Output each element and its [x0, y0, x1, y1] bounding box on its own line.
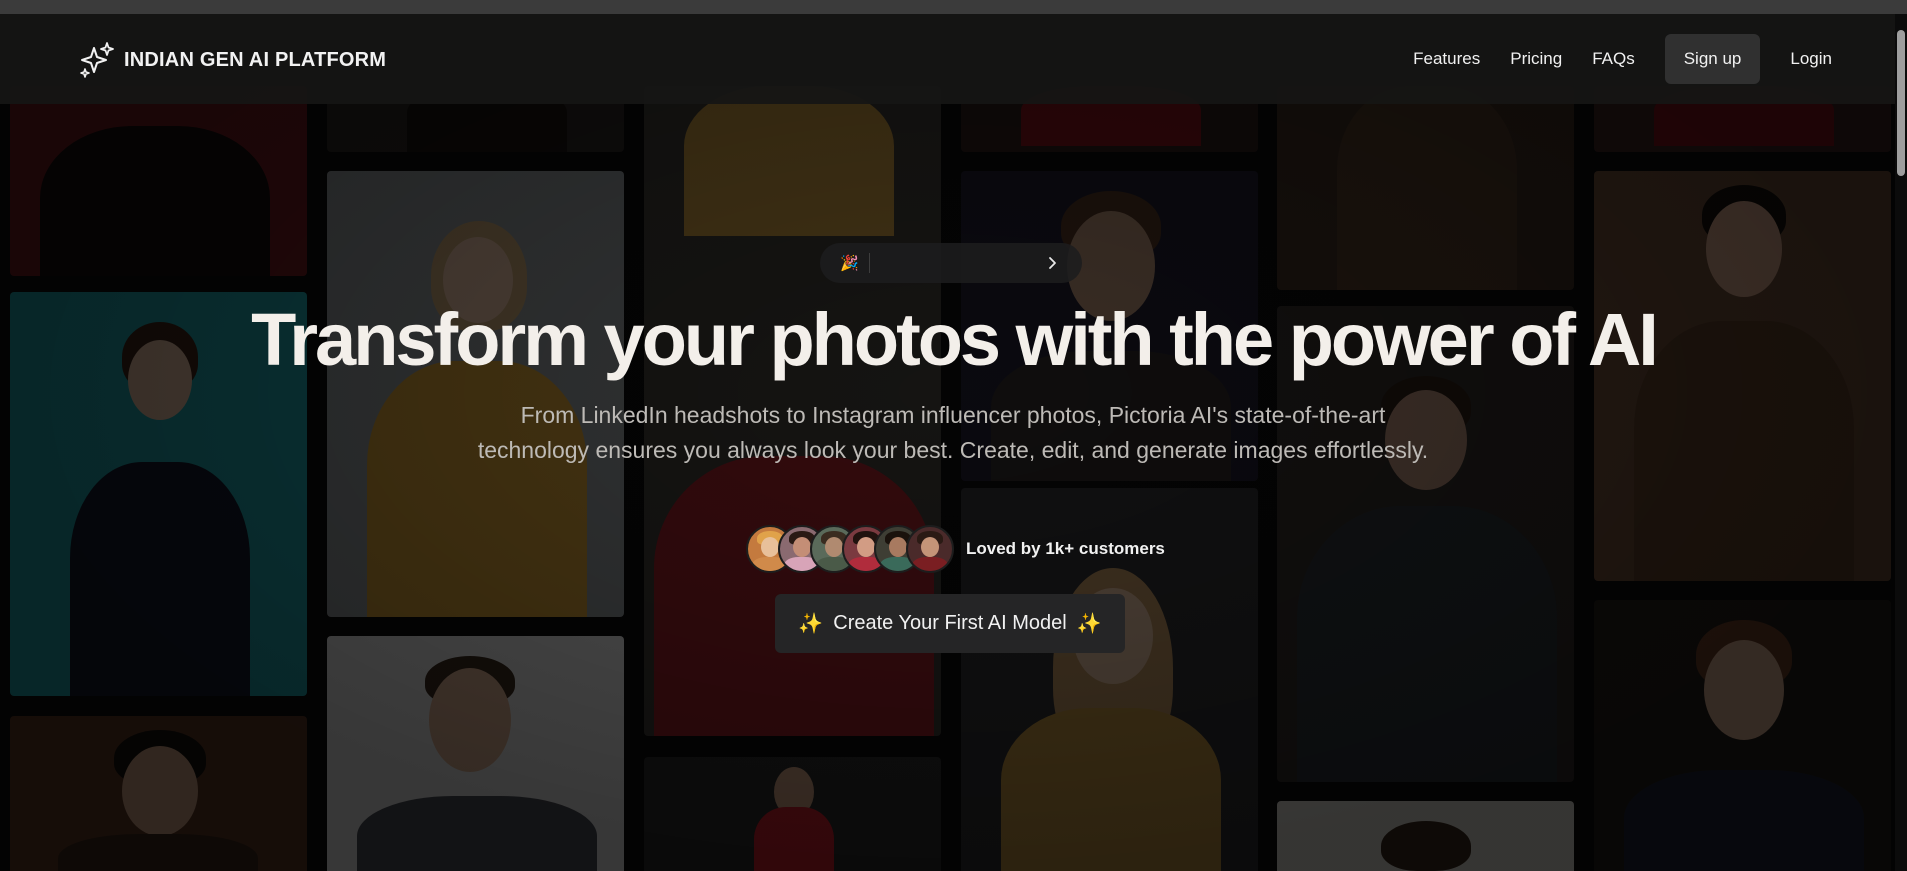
announcement-pill[interactable]: 🎉	[820, 243, 1082, 283]
sparkles-icon: ✨	[798, 613, 824, 635]
sparkles-icon	[80, 42, 114, 78]
hero-headline: Transform your photos with the power of …	[251, 298, 1659, 381]
top-navbar: INDIAN GEN AI PLATFORM Features Pricing …	[0, 14, 1895, 104]
create-model-label: Create Your First AI Model	[833, 612, 1067, 634]
page: INDIAN GEN AI PLATFORM Features Pricing …	[0, 0, 1907, 871]
social-proof: Loved by 1k+ customers	[746, 524, 1165, 574]
nav-link-features[interactable]: Features	[1413, 49, 1480, 69]
divider	[868, 253, 870, 273]
scrollbar-thumb[interactable]	[1897, 30, 1905, 176]
loved-by-text: Loved by 1k+ customers	[966, 539, 1165, 558]
nav-links: Features Pricing FAQs Sign up Login	[1383, 34, 1832, 84]
scrollbar[interactable]	[1895, 14, 1907, 871]
sparkles-icon: ✨	[1076, 613, 1102, 635]
nav-link-pricing[interactable]: Pricing	[1510, 49, 1562, 69]
browser-top-strip	[0, 0, 1907, 14]
brand-logo[interactable]: INDIAN GEN AI PLATFORM	[76, 40, 386, 80]
brand-name: INDIAN GEN AI PLATFORM	[124, 48, 387, 71]
hero-subtext: From LinkedIn headshots to Instagram inf…	[477, 402, 1429, 463]
avatar	[906, 525, 954, 573]
create-model-button[interactable]: ✨ Create Your First AI Model ✨	[775, 594, 1125, 653]
chevron-right-icon	[1049, 257, 1056, 269]
signup-button[interactable]: Sign up	[1664, 34, 1761, 84]
login-button[interactable]: Login	[1790, 49, 1832, 69]
party-popper-icon: 🎉	[840, 255, 859, 272]
nav-link-faqs[interactable]: FAQs	[1592, 49, 1635, 69]
